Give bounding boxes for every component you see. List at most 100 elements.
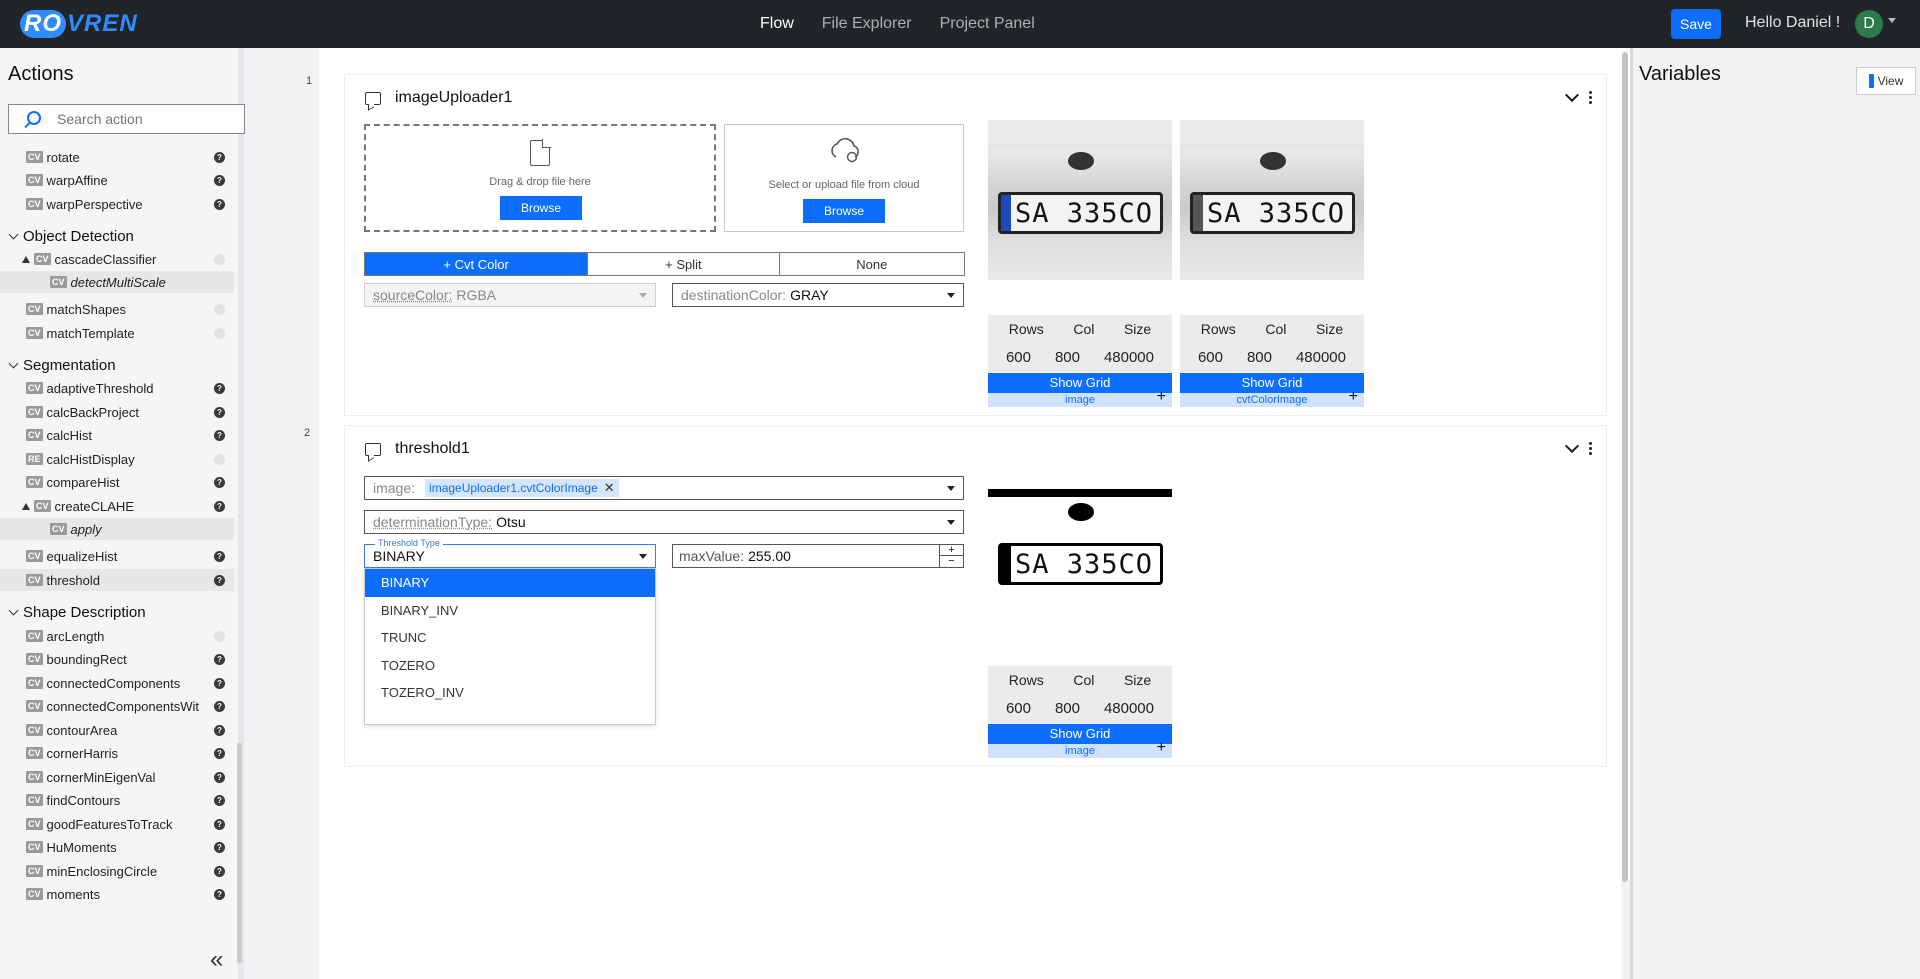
action-item-matchshapes[interactable]: CV matchShapes [0, 298, 234, 320]
add-output-icon[interactable]: + [1349, 389, 1358, 405]
max-value-value[interactable]: 255.00 [748, 548, 791, 564]
action-item-cornermineigenval[interactable]: CV cornerMinEigenVal? [0, 766, 234, 788]
app-logo[interactable]: RO VREN [20, 6, 138, 42]
node-menu-icon[interactable] [1589, 442, 1592, 455]
remove-chip-icon[interactable]: ✕ [604, 480, 615, 496]
help-icon[interactable]: ? [214, 574, 225, 586]
expand-triangle-icon[interactable] [22, 255, 30, 263]
action-item-cornerharris[interactable]: CV cornerHarris? [0, 742, 234, 764]
add-output-icon[interactable]: + [1157, 740, 1166, 756]
determination-type-select[interactable]: determinationType: Otsu [364, 510, 964, 534]
image-preview[interactable]: SA 335CO [988, 120, 1172, 280]
help-icon[interactable]: ? [214, 151, 225, 163]
nav-file-explorer[interactable]: File Explorer [822, 15, 912, 33]
chevron-down-icon[interactable] [8, 358, 19, 369]
image-preview[interactable]: SA 335CO [988, 471, 1172, 631]
comment-icon[interactable] [365, 91, 381, 105]
action-item-warpperspective[interactable]: CV warpPerspective? [0, 193, 234, 215]
help-icon[interactable]: ? [214, 550, 225, 562]
option-tozero-inv[interactable]: TOZERO_INV [365, 679, 655, 707]
help-icon[interactable]: ? [214, 818, 225, 830]
action-item-contourarea[interactable]: CV contourArea? [0, 719, 234, 741]
action-item-warpaffine[interactable]: CV warpAffine? [0, 169, 234, 191]
help-icon[interactable]: ? [214, 888, 225, 900]
node-title[interactable]: imageUploader1 [395, 89, 512, 107]
collapse-node-icon[interactable] [1564, 87, 1580, 102]
help-icon[interactable]: ? [214, 771, 225, 783]
help-icon[interactable]: ? [214, 406, 225, 418]
output-name-tag[interactable]: cvtColorImage + [1180, 389, 1364, 407]
canvas-scrollbar[interactable] [1620, 48, 1630, 882]
help-icon[interactable]: ? [214, 700, 225, 712]
canvas-scrollbar-thumb[interactable] [1622, 52, 1628, 882]
help-icon[interactable] [214, 303, 225, 315]
max-value-stepper[interactable]: + − [939, 545, 964, 567]
action-item-apply[interactable]: CV apply [0, 518, 234, 540]
help-icon[interactable]: ? [214, 747, 225, 759]
action-item-adaptivethreshold[interactable]: CV adaptiveThreshold? [0, 377, 234, 399]
help-icon[interactable] [214, 453, 225, 465]
destination-color-select[interactable]: destinationColor: GRAY [672, 283, 964, 307]
help-icon[interactable]: ? [214, 865, 225, 877]
action-item-connectedcomponents[interactable]: CV connectedComponents? [0, 672, 234, 694]
help-icon[interactable]: ? [214, 794, 225, 806]
nav-flow[interactable]: Flow [760, 15, 794, 33]
action-item-calchistdisplay[interactable]: RE calcHistDisplay [0, 448, 234, 470]
search-box[interactable] [8, 104, 245, 134]
show-grid-button[interactable]: Show Grid [1180, 373, 1364, 393]
expand-triangle-icon[interactable] [22, 502, 30, 510]
action-item-moments[interactable]: CV moments? [0, 883, 234, 905]
show-grid-button[interactable]: Show Grid [988, 724, 1172, 744]
output-name-tag[interactable]: image + [988, 389, 1172, 407]
option-trunc[interactable]: TRUNC [365, 624, 655, 652]
max-value-field[interactable]: maxValue: 255.00 + − [672, 544, 964, 568]
option-tozero[interactable]: TOZERO [365, 652, 655, 680]
option-binary-inv[interactable]: BINARY_INV [365, 597, 655, 625]
save-button[interactable]: Save [1671, 9, 1721, 39]
action-item-comparehist[interactable]: CV compareHist? [0, 471, 234, 493]
help-icon[interactable]: ? [214, 476, 225, 488]
action-item-detectmultiscale[interactable]: CV detectMultiScale [0, 271, 234, 293]
image-preview[interactable]: SA 335CO [1180, 120, 1364, 280]
chevron-down-icon[interactable] [8, 229, 19, 240]
search-input[interactable] [57, 109, 237, 129]
action-item-humoments[interactable]: CV HuMoments? [0, 836, 234, 858]
help-icon[interactable] [214, 630, 225, 642]
browse-local-button[interactable]: Browse [500, 196, 582, 220]
group-object-detection[interactable]: Object Detection [0, 225, 234, 247]
help-icon[interactable]: ? [214, 841, 225, 853]
node-menu-icon[interactable] [1589, 91, 1592, 104]
nav-project-panel[interactable]: Project Panel [940, 15, 1035, 33]
output-name-tag[interactable]: image + [988, 740, 1172, 758]
option-binary[interactable]: BINARY [365, 569, 655, 597]
action-item-createclahe[interactable]: CV createCLAHE? [0, 495, 234, 517]
collapse-node-icon[interactable] [1564, 438, 1580, 453]
avatar[interactable]: D [1855, 10, 1883, 38]
node-title[interactable]: threshold1 [395, 440, 470, 458]
help-icon[interactable]: ? [214, 429, 225, 441]
source-color-select[interactable]: sourceColor: RGBA [364, 283, 656, 307]
help-icon[interactable]: ? [214, 500, 225, 512]
help-icon[interactable]: ? [214, 174, 225, 186]
help-icon[interactable]: ? [214, 724, 225, 736]
segment-split[interactable]: + Split [588, 253, 780, 275]
action-item-findcontours[interactable]: CV findContours? [0, 789, 234, 811]
segment-none[interactable]: None [780, 253, 964, 275]
local-drop-zone[interactable]: Drag & drop file here Browse [364, 124, 716, 232]
action-item-matchtemplate[interactable]: CV matchTemplate [0, 322, 234, 344]
help-icon[interactable]: ? [214, 382, 225, 394]
sidebar-scrollbar[interactable] [237, 743, 242, 963]
image-input-select[interactable]: image: imageUploader1.cvtColorImage ✕ [364, 476, 964, 500]
collapse-sidebar-icon[interactable]: « [210, 946, 223, 974]
help-icon[interactable] [214, 327, 225, 339]
group-shape-description[interactable]: Shape Description [0, 601, 234, 623]
chevron-down-icon[interactable] [8, 605, 19, 616]
cloud-drop-zone[interactable]: Select or upload file from cloud Browse [724, 124, 964, 232]
group-segmentation[interactable]: Segmentation [0, 354, 234, 376]
segment-cvt-color[interactable]: + Cvt Color [365, 253, 589, 275]
user-menu-caret-icon[interactable] [1888, 18, 1896, 23]
add-output-icon[interactable]: + [1157, 389, 1166, 405]
threshold-type-select[interactable]: Threshold Type BINARY [364, 538, 656, 568]
action-item-minenclosingcircle[interactable]: CV minEnclosingCircle? [0, 860, 234, 882]
decrement-icon[interactable]: − [948, 556, 954, 567]
